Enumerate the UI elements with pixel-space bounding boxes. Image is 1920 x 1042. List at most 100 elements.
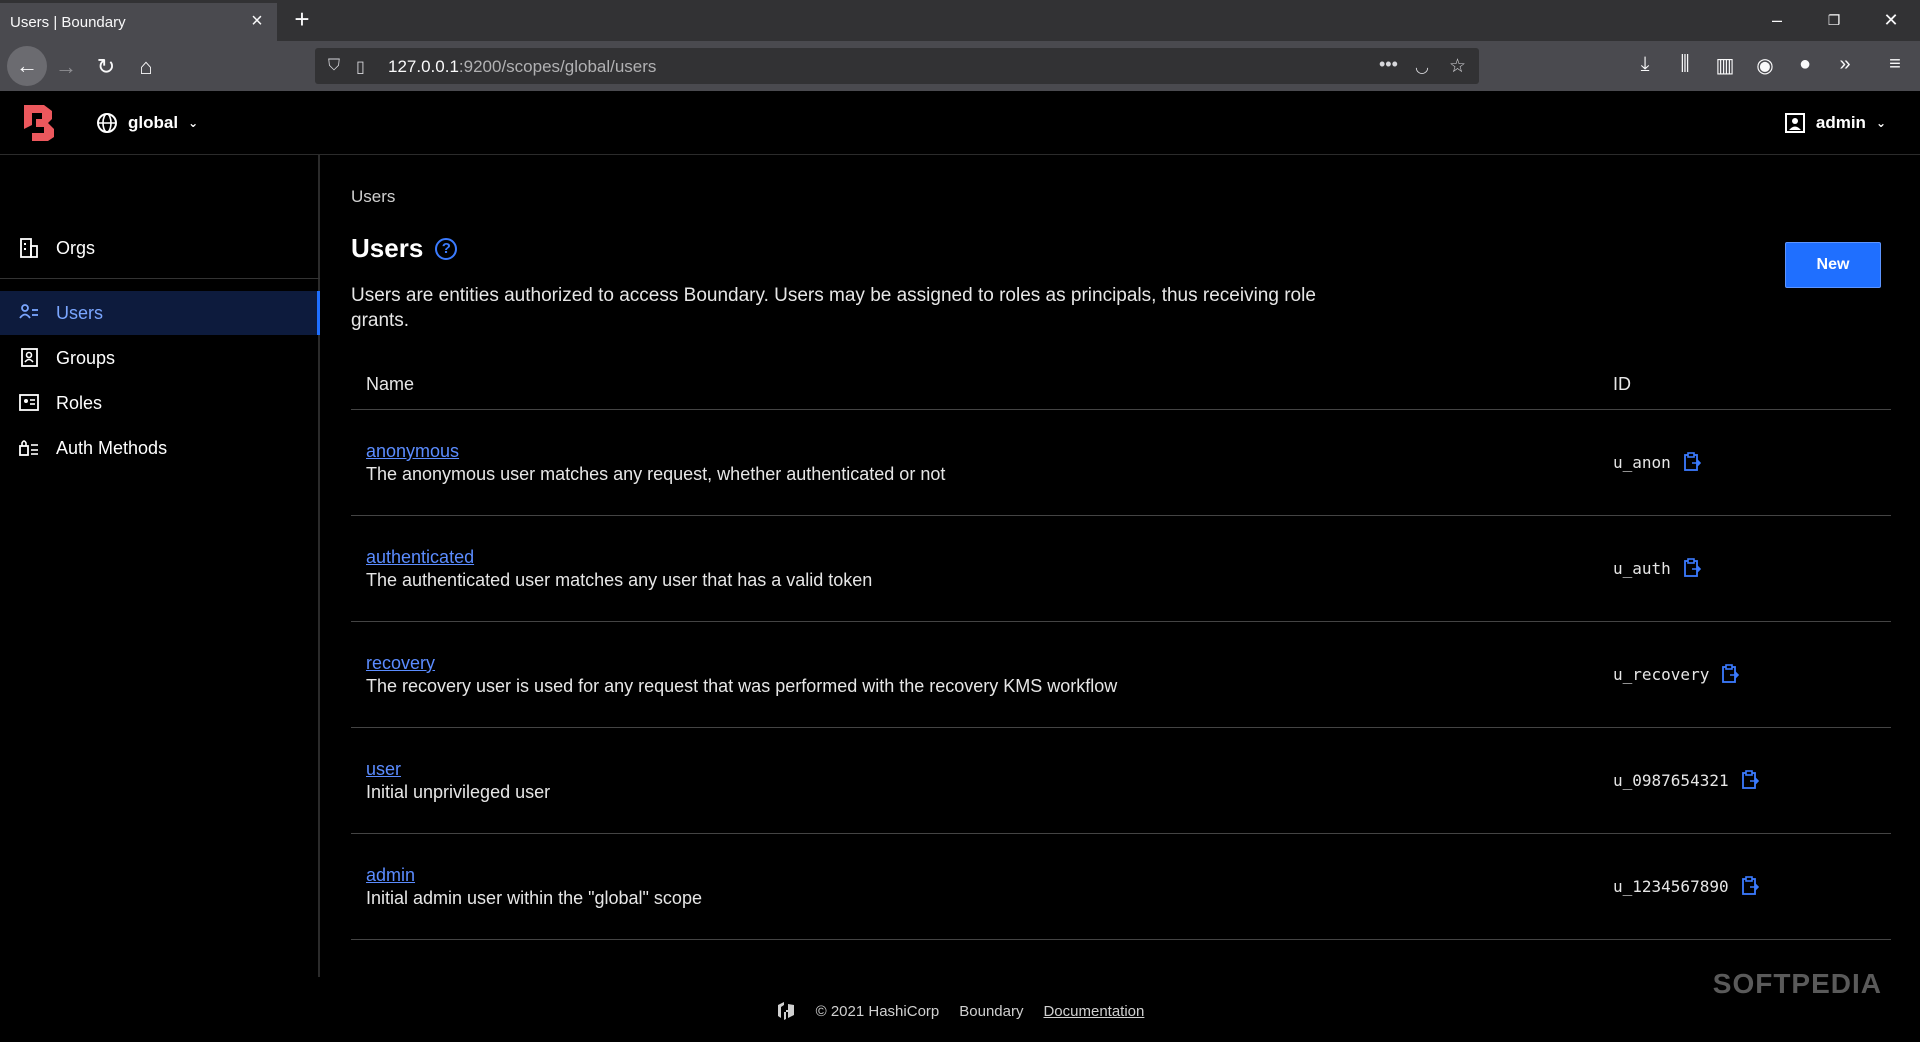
user-description: Initial admin user within the "global" s…	[366, 888, 702, 908]
downloads-icon[interactable]: ⤓	[1630, 53, 1660, 76]
user-id: u_anon	[1613, 452, 1701, 472]
sidebar-item-auth-methods[interactable]: Auth Methods	[0, 426, 320, 470]
column-header-id: ID	[1613, 374, 1631, 394]
account-icon[interactable]: ◉	[1750, 53, 1780, 78]
sidebar-item-groups[interactable]: Groups	[0, 336, 320, 380]
page-info-icon[interactable]: ▯	[356, 57, 365, 77]
pocket-icon[interactable]: ◡	[1415, 57, 1429, 77]
overflow-icon[interactable]: »	[1830, 53, 1860, 76]
new-tab-icon[interactable]: +	[288, 6, 316, 34]
bookmark-star-icon[interactable]: ☆	[1449, 55, 1466, 78]
browser-nav-bar: ← → ↻ ⌂ ⛉ ▯ 127.0.0.1:9200/scopes/global…	[0, 41, 1920, 91]
user-description: The recovery user is used for any reques…	[366, 676, 1118, 696]
auth-method-icon	[19, 440, 38, 456]
footer-product: Boundary	[959, 1002, 1024, 1020]
home-icon[interactable]: ⌂	[129, 50, 163, 84]
user-name-link[interactable]: user	[366, 759, 401, 780]
url-path: :9200/scopes/global/users	[458, 57, 657, 76]
forward-icon[interactable]: →	[49, 50, 83, 84]
user-id-text: u_1234567890	[1613, 876, 1729, 896]
more-icon[interactable]: •••	[1379, 54, 1398, 75]
window-close-icon[interactable]: ✕	[1876, 8, 1906, 32]
user-id: u_0987654321	[1613, 770, 1759, 790]
building-icon	[20, 238, 38, 258]
extension-icon[interactable]: ●	[1790, 53, 1820, 76]
column-header-name: Name	[366, 374, 415, 394]
page-title-row: Users ?	[351, 233, 458, 264]
sidebar-item-label: Auth Methods	[56, 437, 168, 458]
shield-icon[interactable]: ⛉	[328, 57, 340, 75]
sidebar-item-roles[interactable]: Roles	[0, 381, 320, 425]
user-name-link[interactable]: anonymous	[366, 441, 459, 462]
user-name-link[interactable]: admin	[366, 865, 415, 886]
sidebar-item-label: Roles	[56, 392, 103, 413]
url-host: 127.0.0.1	[388, 57, 459, 76]
breadcrumb[interactable]: Users	[351, 187, 395, 207]
table-row: authenticated The authenticated user mat…	[351, 516, 1891, 622]
user-description: Initial unprivileged user	[366, 782, 551, 802]
globe-icon	[97, 113, 117, 133]
sidebar-item-orgs[interactable]: Orgs	[0, 226, 320, 270]
url-bar[interactable]: ⛉ ▯ 127.0.0.1:9200/scopes/global/users •…	[315, 48, 1479, 84]
sidebar-icon[interactable]: ▥	[1710, 53, 1740, 78]
user-id-text: u_recovery	[1613, 664, 1710, 684]
table-row: admin Initial admin user within the "glo…	[351, 834, 1891, 940]
sidebar-item-label: Users	[56, 302, 104, 323]
scope-selector[interactable]: global ⌄	[96, 112, 198, 134]
tab-close-icon[interactable]: ×	[247, 11, 267, 32]
page-description: Users are entities authorized to access …	[351, 285, 1316, 331]
user-id-text: u_auth	[1613, 558, 1671, 578]
table-header: Name ID	[351, 360, 1891, 410]
documentation-link[interactable]: Documentation	[1043, 1003, 1144, 1020]
library-icon[interactable]: ⫼	[1670, 53, 1700, 76]
table-row: recovery The recovery user is used for a…	[351, 622, 1891, 728]
boundary-logo-icon[interactable]	[22, 105, 56, 141]
copy-clipboard-icon[interactable]	[1683, 558, 1701, 578]
users-icon	[19, 304, 38, 319]
restore-icon[interactable]: ❐	[1819, 8, 1849, 32]
table-row: user Initial unprivileged user u_0987654…	[351, 728, 1891, 834]
user-label: admin	[1815, 113, 1866, 132]
user-id: u_1234567890	[1613, 876, 1759, 896]
sidebar: Orgs Users Groups Roles Auth Methods	[0, 155, 320, 977]
reload-icon[interactable]: ↻	[89, 50, 123, 84]
copy-clipboard-icon[interactable]	[1741, 770, 1759, 790]
browser-tab-bar: Users | Boundary × + – ❐ ✕	[0, 0, 1920, 41]
user-menu[interactable]: admin ⌄	[1784, 112, 1886, 134]
table-row: anonymous The anonymous user matches any…	[351, 410, 1891, 516]
page-title: Users	[351, 233, 424, 263]
sidebar-item-label: Groups	[56, 347, 116, 368]
app-header: global ⌄ admin ⌄	[0, 91, 1920, 155]
copyright-text: © 2021 HashiCorp	[815, 1002, 940, 1020]
user-id: u_auth	[1613, 558, 1701, 578]
footer: © 2021 HashiCorp Boundary Documentation	[0, 1000, 1920, 1022]
user-name-link[interactable]: authenticated	[366, 547, 474, 568]
copy-clipboard-icon[interactable]	[1741, 876, 1759, 896]
user-description: The authenticated user matches any user …	[366, 570, 873, 590]
sidebar-item-label: Orgs	[56, 237, 96, 258]
menu-icon[interactable]: ≡	[1880, 53, 1910, 76]
users-table: Name ID anonymous The anonymous user mat…	[351, 360, 1891, 940]
help-icon[interactable]: ?	[435, 237, 458, 260]
id-card-icon	[19, 394, 39, 411]
copy-clipboard-icon[interactable]	[1683, 452, 1701, 472]
new-user-button[interactable]: New	[1785, 242, 1881, 288]
user-id: u_recovery	[1613, 664, 1740, 684]
sidebar-item-users[interactable]: Users	[0, 291, 320, 335]
user-name-link[interactable]: recovery	[366, 653, 435, 674]
scope-label: global	[128, 113, 179, 132]
browser-tab[interactable]: Users | Boundary ×	[0, 3, 277, 41]
minimize-icon[interactable]: –	[1762, 8, 1792, 32]
user-description: The anonymous user matches any request, …	[366, 464, 946, 484]
chevron-down-icon: ⌄	[1875, 116, 1886, 130]
hashicorp-logo-icon	[777, 1002, 794, 1020]
user-avatar-icon	[1784, 113, 1805, 133]
watermark: SOFTPEDIA	[1712, 968, 1882, 999]
sidebar-divider	[0, 278, 320, 279]
copy-clipboard-icon[interactable]	[1721, 664, 1740, 684]
back-icon[interactable]: ←	[7, 46, 47, 86]
user-id-text: u_anon	[1613, 452, 1671, 472]
user-id-text: u_0987654321	[1613, 770, 1729, 790]
chevron-down-icon: ⌄	[188, 116, 199, 130]
url-text[interactable]: 127.0.0.1:9200/scopes/global/users	[388, 57, 656, 77]
